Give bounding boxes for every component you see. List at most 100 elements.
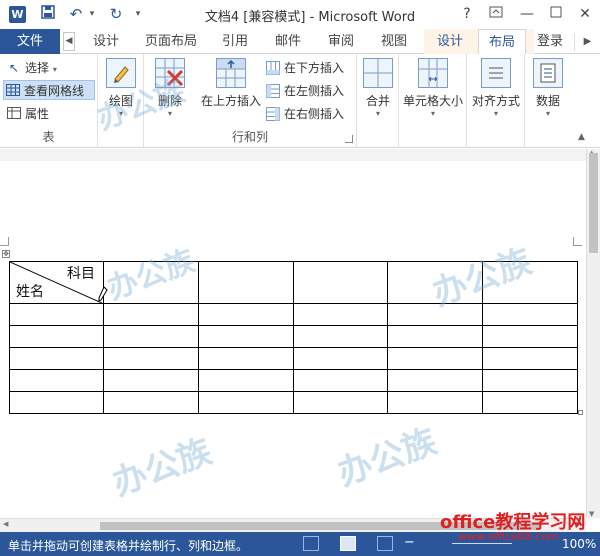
scroll-left-icon[interactable]: ◀	[3, 520, 8, 528]
table-cell[interactable]	[103, 261, 199, 304]
select-label: 选择	[25, 61, 50, 75]
delete-table-icon	[155, 58, 185, 88]
table-cell[interactable]	[198, 261, 294, 304]
maximize-button[interactable]	[543, 4, 569, 24]
table-cell[interactable]	[103, 303, 199, 326]
ribbon-display-options-icon[interactable]	[483, 4, 509, 24]
word-table[interactable]: 科目 姓名	[9, 261, 578, 414]
table-cell[interactable]	[103, 391, 199, 414]
data-dropdown-icon: ▾	[545, 109, 550, 118]
table-cell[interactable]	[198, 391, 294, 414]
insert-above-button[interactable]: 在上方插入	[198, 58, 264, 109]
table-cell[interactable]	[9, 369, 104, 392]
view-gridlines-button[interactable]: 查看网格线	[3, 80, 95, 100]
table-cell[interactable]	[482, 325, 578, 348]
table-cell[interactable]	[9, 303, 104, 326]
table-cell[interactable]	[293, 325, 388, 348]
insert-right-button[interactable]: 在右侧插入	[264, 104, 344, 124]
table-cell[interactable]	[482, 261, 578, 304]
zoom-out-icon[interactable]: −	[404, 535, 415, 550]
alignment-button[interactable]: 对齐方式 ▾	[470, 58, 522, 118]
table-cell[interactable]	[293, 391, 388, 414]
read-mode-view-icon[interactable]	[303, 536, 319, 551]
table-row	[9, 391, 578, 414]
page-margin-corner-right	[573, 237, 582, 246]
save-icon[interactable]	[38, 5, 58, 24]
help-button[interactable]: ?	[454, 4, 480, 24]
redo-icon[interactable]: ↻	[106, 5, 126, 24]
table-cell[interactable]	[293, 369, 388, 392]
table-cell[interactable]	[293, 347, 388, 370]
delete-label: 删除	[157, 94, 182, 108]
data-label: 数据	[535, 94, 560, 108]
close-button[interactable]: ✕	[572, 4, 598, 24]
table-cell[interactable]	[103, 347, 199, 370]
customize-qat-icon[interactable]: ▾	[133, 5, 143, 24]
tab-table-design[interactable]: 设计	[430, 29, 470, 54]
table-cell[interactable]	[387, 391, 483, 414]
tab-review[interactable]: 审阅	[323, 29, 359, 54]
group-cell-size: 单元格大小 ▾	[399, 54, 467, 148]
properties-button[interactable]: 属性	[5, 104, 49, 124]
delete-button[interactable]: 删除 ▾	[149, 58, 191, 118]
table-cell[interactable]	[198, 347, 294, 370]
web-layout-view-icon[interactable]	[377, 536, 393, 551]
select-button[interactable]: ↖ 选择 ▾	[5, 58, 57, 78]
tab-view[interactable]: 视图	[376, 29, 412, 54]
group-draw: 绘图 ▾	[98, 54, 144, 148]
alignment-dropdown-icon: ▾	[493, 109, 498, 118]
table-cell[interactable]	[9, 391, 104, 414]
tab-references[interactable]: 引用	[217, 29, 253, 54]
minimize-button[interactable]: —	[514, 4, 540, 24]
zoom-level[interactable]: 100%	[562, 537, 596, 551]
rows-columns-dialog-launcher-icon[interactable]	[345, 135, 353, 143]
table-cell[interactable]	[387, 303, 483, 326]
table-cell[interactable]	[198, 325, 294, 348]
draw-button[interactable]: 绘图 ▾	[104, 58, 138, 118]
table-cell[interactable]	[482, 369, 578, 392]
tab-scroll-left-icon[interactable]: ◀	[63, 32, 75, 51]
merge-button[interactable]: 合并 ▾	[361, 58, 395, 118]
table-cell[interactable]	[9, 325, 104, 348]
merge-cells-icon	[363, 58, 393, 88]
diagonal-header-cell[interactable]: 科目 姓名	[9, 261, 108, 304]
table-move-handle-icon[interactable]: ✥	[2, 250, 10, 258]
table-cell[interactable]	[387, 347, 483, 370]
cell-size-dropdown-icon: ▾	[430, 109, 435, 118]
table-cell[interactable]	[482, 347, 578, 370]
table-cell[interactable]	[103, 325, 199, 348]
scroll-down-icon[interactable]: ▼	[589, 510, 594, 518]
login-link[interactable]: 登录	[537, 29, 563, 54]
zoom-slider[interactable]	[452, 543, 512, 544]
vertical-scroll-thumb[interactable]	[589, 153, 598, 253]
tab-file[interactable]: 文件	[0, 29, 60, 54]
tab-page-layout[interactable]: 页面布局	[141, 29, 201, 54]
data-button[interactable]: 数据 ▾	[531, 58, 565, 118]
tab-table-layout[interactable]: 布局	[478, 29, 526, 55]
cell-size-button[interactable]: 单元格大小 ▾	[402, 58, 464, 118]
table-cell[interactable]	[387, 325, 483, 348]
table-cell[interactable]	[9, 347, 104, 370]
table-cell[interactable]	[293, 303, 388, 326]
undo-icon[interactable]: ↶	[66, 5, 86, 24]
group-label-rows-columns: 行和列	[231, 130, 268, 144]
table-cell[interactable]	[387, 261, 483, 304]
tab-design[interactable]: 设计	[88, 29, 124, 54]
table-cell[interactable]	[482, 391, 578, 414]
print-layout-view-icon[interactable]	[340, 536, 356, 551]
table-cell[interactable]	[198, 303, 294, 326]
table-cell[interactable]	[198, 369, 294, 392]
table-cell[interactable]	[293, 261, 388, 304]
table-cell[interactable]	[387, 369, 483, 392]
vertical-scrollbar[interactable]: ▲ ▼	[586, 149, 600, 518]
table-cell[interactable]	[103, 369, 199, 392]
table-cell[interactable]	[482, 303, 578, 326]
tab-mailings[interactable]: 邮件	[270, 29, 306, 54]
undo-dropdown-icon[interactable]: ▾	[87, 5, 97, 24]
table-resize-handle[interactable]	[578, 410, 583, 415]
collapse-ribbon-icon[interactable]: ▲	[578, 132, 585, 142]
insert-below-button[interactable]: 在下方插入	[264, 58, 344, 78]
word-app-icon[interactable]: W	[9, 6, 26, 23]
tab-scroll-right-icon[interactable]: ▶	[574, 33, 600, 51]
insert-left-button[interactable]: 在左侧插入	[264, 81, 344, 101]
